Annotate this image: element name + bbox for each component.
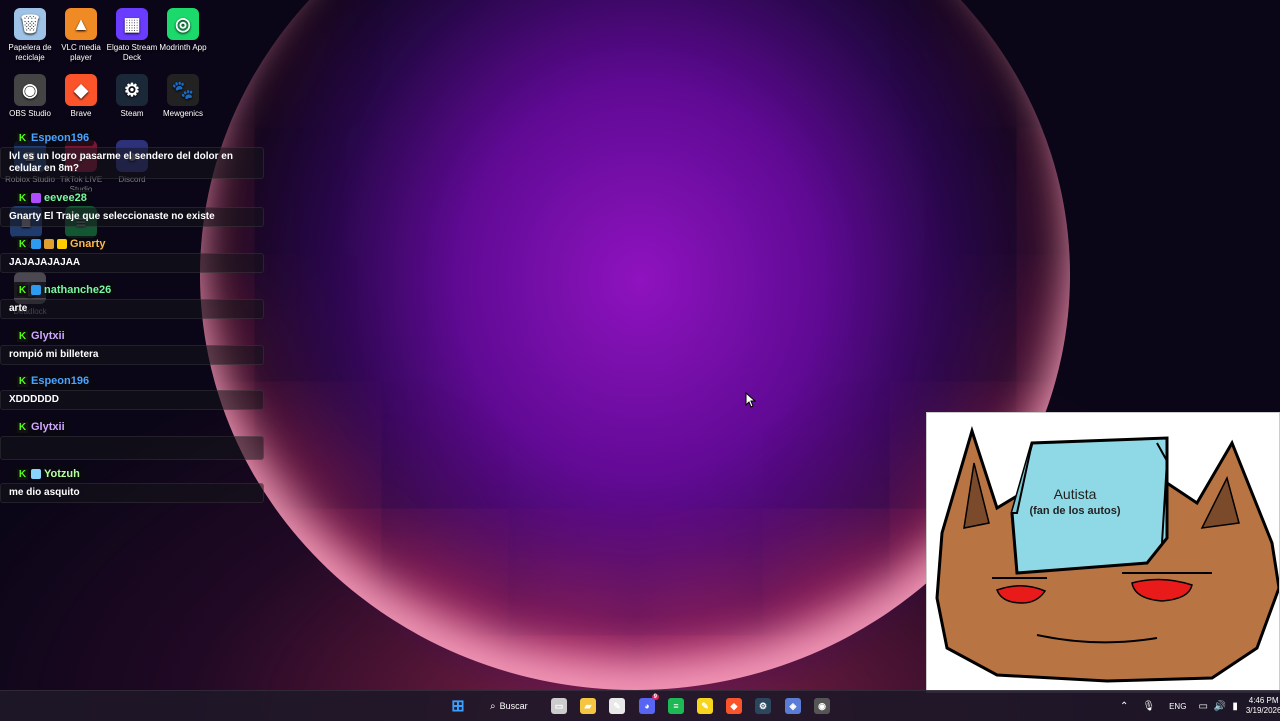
desktop-icon-0[interactable]: 🗑 Papelera de reciclaje	[4, 8, 56, 63]
stream-deck-icon: ▦	[116, 8, 148, 40]
chevron-up-icon[interactable]: ⌃	[1120, 701, 1128, 712]
discord-notification-badge: 9	[651, 694, 659, 700]
desktop-icon-label: Papelera de reciclaje	[8, 43, 52, 62]
chat-username-tag: K Gnarty	[12, 236, 111, 252]
chat-text: JAJAJAJAJAA	[0, 253, 264, 273]
chat-username-tag: Keevee28	[12, 190, 92, 206]
cat-drawing-overlay: Autista (fan de los autos)	[926, 412, 1280, 693]
recycle-bin-icon: 🗑	[14, 8, 46, 40]
desktop-icon-label: Elgato Stream Deck	[106, 43, 158, 62]
desktop-icon-label: Steam	[120, 109, 144, 118]
desktop-icon-6[interactable]: ⚙ Steam	[106, 74, 158, 119]
mewgenics-icon: 🐾	[167, 74, 199, 106]
cat-drawing: Autista (fan de los autos)	[935, 425, 1280, 683]
desktop-icon-label: VLC media player	[61, 43, 101, 62]
chat-text: me dio asquito	[0, 483, 264, 503]
mouse-cursor	[745, 392, 757, 408]
chat-badge-icon	[57, 239, 67, 249]
box-title: Autista	[1054, 486, 1097, 502]
chat-text	[0, 436, 264, 460]
microphone-icon[interactable]: 🎙	[1142, 701, 1155, 712]
chat-text: Gnarty El Traje que seleccionaste no exi…	[0, 207, 264, 227]
chat-username: Gnarty	[70, 238, 106, 250]
spotify-icon[interactable]: ≡	[668, 698, 684, 714]
chat-username: Yotzuh	[44, 468, 80, 480]
taskbar: ⊞ ▭ ▰ ✎ ◕ 9 ≡ ✎ ◆ ⚙ ◈ ◉ ⌕ Buscar ⌃ 🎙 ENG ▭ 🔊 ▮ 4:46…	[0, 690, 1280, 721]
chat-text: arte	[0, 299, 264, 319]
file-explorer-icon[interactable]: ▰	[580, 698, 596, 714]
chat-username: nathanche26	[44, 284, 112, 296]
chat-username-tag: Knathanche26	[12, 282, 117, 298]
chat-text: rompió mi billetera	[0, 345, 264, 365]
kick-badge-icon: K	[17, 330, 28, 342]
chat-username-tag: K Glytxii	[12, 419, 70, 435]
discord-taskbar-icon[interactable]: ◕ 9	[639, 694, 659, 714]
chat-username: Espeon196	[31, 132, 90, 144]
task-view-icon[interactable]: ▭	[551, 698, 567, 714]
obs-icon: ◉	[14, 74, 46, 106]
sticky-notes-icon[interactable]: ✎	[697, 698, 713, 714]
start-icon[interactable]: ⊞	[450, 698, 466, 715]
chat-badge-icon	[31, 193, 41, 203]
chat-username: Espeon196	[31, 375, 90, 387]
chat-username: Glytxii	[31, 330, 65, 342]
brave-icon: ◆	[65, 74, 97, 106]
chat-username-tag: K Yotzuh	[12, 466, 85, 482]
battery-icon[interactable]: ▮	[1232, 701, 1238, 712]
desktop-icon-label: Mewgenics	[162, 109, 203, 118]
box-subtitle: (fan de los autos)	[1029, 505, 1120, 517]
modrinth-icon: ◎	[167, 8, 199, 40]
chat-badge-icon	[31, 469, 41, 479]
system-tray: ⌃ 🎙 ENG ▭ 🔊 ▮ 4:46 PM 3/19/2026	[1120, 691, 1280, 721]
language-indicator[interactable]: ENG	[1169, 702, 1186, 711]
vencord-icon[interactable]: ✎	[609, 698, 625, 714]
chat-username-tag: K Espeon196	[12, 373, 95, 389]
kick-badge-icon: K	[17, 238, 28, 250]
steam-icon: ⚙	[116, 74, 148, 106]
desktop-icon-label: Modrinth App	[159, 43, 207, 52]
vlc-icon: ▲	[65, 8, 97, 40]
clock-time: 4:46 PM	[1248, 696, 1279, 705]
clock-date: 3/19/2026	[1245, 706, 1280, 715]
kick-badge-icon: K	[17, 421, 28, 433]
obs-taskbar-icon[interactable]: ◉	[814, 698, 830, 714]
steam-taskbar-icon[interactable]: ⚙	[755, 698, 771, 714]
app-diamond-icon[interactable]: ◈	[785, 698, 801, 714]
network-icon[interactable]: ▭	[1198, 701, 1207, 712]
desktop-icon-label: Brave	[70, 109, 92, 118]
chat-username: eevee28	[44, 192, 87, 204]
kick-badge-icon: K	[17, 375, 28, 387]
search-icon: ⌕	[490, 700, 496, 712]
chat-username: Glytxii	[31, 421, 65, 433]
desktop-icon-5[interactable]: ◆ Brave	[55, 74, 107, 119]
chat-username-tag: K Glytxii	[12, 328, 70, 344]
kick-badge-icon: K	[17, 284, 28, 296]
volume-icon[interactable]: 🔊	[1214, 701, 1226, 712]
desktop-icon-label: OBS Studio	[9, 109, 51, 118]
kick-badge-icon: K	[17, 468, 28, 480]
clock[interactable]: 4:46 PM 3/19/2026	[1246, 696, 1280, 716]
chat-text: lvl es un logro pasarme el sendero del d…	[0, 147, 264, 179]
chat-badge-icon	[44, 239, 54, 249]
kick-badge-icon: K	[17, 192, 28, 204]
search-label: Buscar	[499, 701, 528, 711]
chat-username-tag: K Espeon196	[12, 130, 95, 146]
taskbar-search[interactable]: ⌕ Buscar	[482, 697, 550, 715]
desktop-icon-1[interactable]: ▲ VLC media player	[55, 8, 107, 63]
chat-text: XDDDDDD	[0, 390, 264, 410]
desktop-icon-4[interactable]: ◉ OBS Studio	[4, 74, 56, 119]
desktop-icon-3[interactable]: ◎ Modrinth App	[157, 8, 209, 53]
chat-badge-icon	[31, 239, 41, 249]
brave-taskbar-icon[interactable]: ◆	[726, 698, 742, 714]
desktop-icon-2[interactable]: ▦ Elgato Stream Deck	[106, 8, 158, 63]
kick-badge-icon: K	[17, 132, 28, 144]
desktop-icon-7[interactable]: 🐾 Mewgenics	[157, 74, 209, 119]
chat-badge-icon	[31, 285, 41, 295]
